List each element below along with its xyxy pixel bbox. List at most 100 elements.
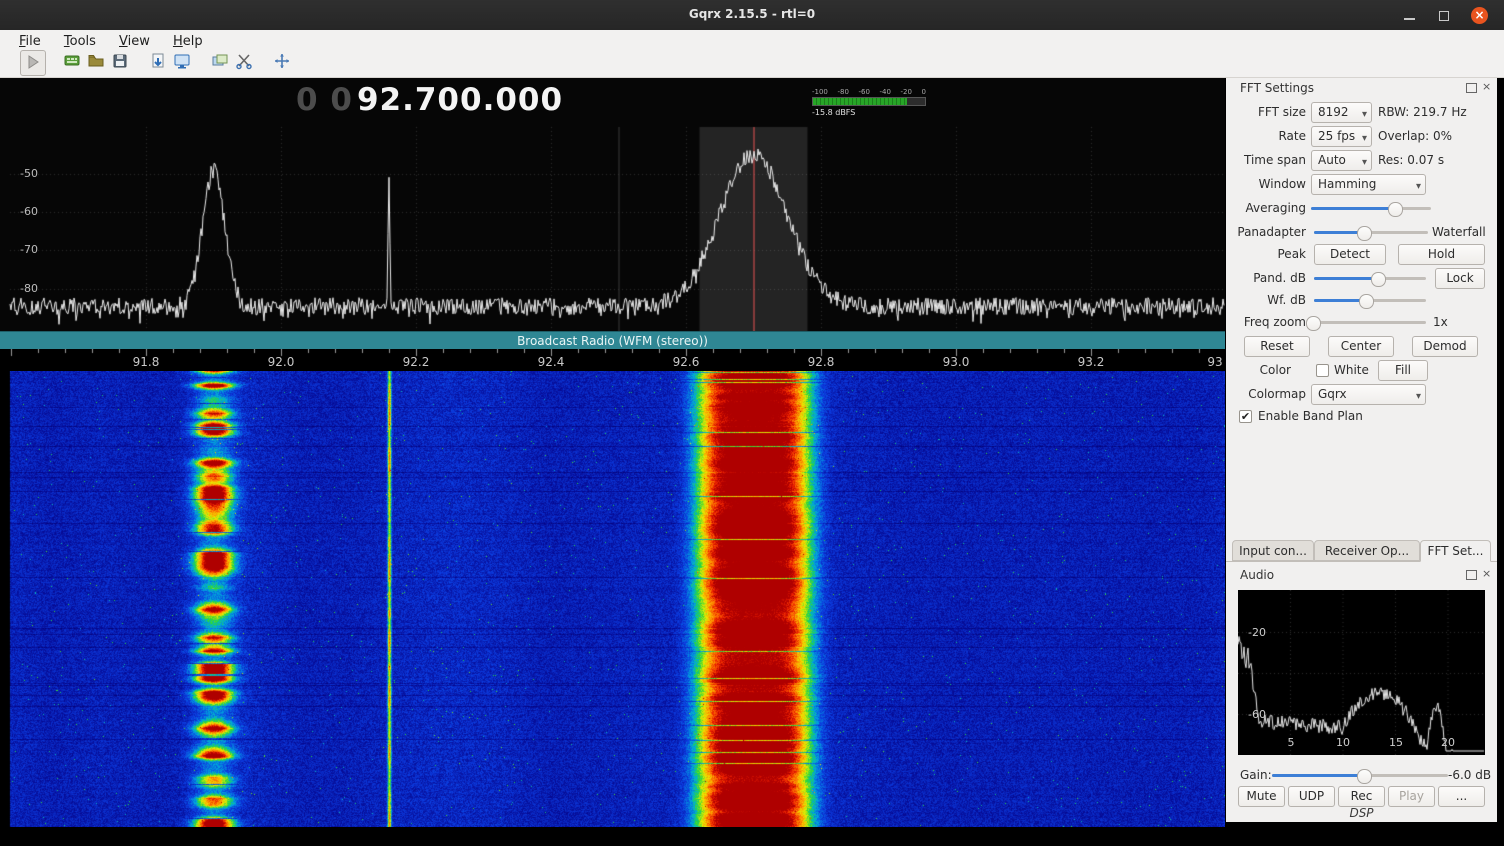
- demod-button[interactable]: Demod: [1412, 336, 1478, 357]
- tab-receiver-options[interactable]: Receiver Op...: [1314, 540, 1420, 561]
- chevron-down-icon: ▾: [1362, 153, 1367, 171]
- gqrx-window: Gqrx 2.15.5 - rtl=0 × File Tools View He…: [0, 0, 1504, 846]
- udp-button[interactable]: UDP: [1288, 786, 1335, 807]
- reset-button[interactable]: Reset: [1244, 336, 1310, 357]
- rate-label: Rate: [1236, 126, 1306, 147]
- signal-strength-meter: -100 -80 -60 -40 -20 0 -15.8 dBFS: [812, 88, 926, 117]
- slider-handle[interactable]: [1388, 202, 1403, 217]
- frequency-display[interactable]: 0 0 92.700.000: [296, 82, 563, 118]
- meter-reading: -15.8 dBFS: [812, 108, 926, 117]
- window-combo[interactable]: Hamming▾: [1311, 174, 1426, 195]
- freq-label: 93.2: [1069, 355, 1113, 369]
- meter-tick: -20: [901, 88, 912, 97]
- audio-x-label: 10: [1332, 736, 1354, 749]
- move-arrows-icon: [273, 52, 291, 74]
- meter-tick: -60: [858, 88, 869, 97]
- slider-handle[interactable]: [1357, 226, 1372, 241]
- freq-label: 92.8: [799, 355, 843, 369]
- frequency-leading-zeros: 0 0: [296, 82, 353, 118]
- floppy-icon: [111, 52, 129, 74]
- minimize-button[interactable]: [1401, 7, 1418, 24]
- white-label: White: [1334, 360, 1369, 381]
- time-span-combo[interactable]: Auto▾: [1311, 150, 1372, 171]
- meter-bar: [812, 97, 926, 106]
- slider-handle[interactable]: [1359, 294, 1374, 309]
- freq-label: 92.4: [529, 355, 573, 369]
- meter-fill: [813, 98, 907, 105]
- freq-label: 93: [1205, 355, 1225, 369]
- chevron-down-icon: ▾: [1416, 177, 1421, 195]
- start-dsp-button[interactable]: [20, 50, 46, 76]
- mute-button[interactable]: Mute: [1238, 786, 1285, 807]
- window-label: Window: [1236, 174, 1306, 195]
- freq-label: 93.0: [934, 355, 978, 369]
- audio-y-label: -20: [1248, 626, 1266, 639]
- dock-close-icon[interactable]: ×: [1482, 569, 1491, 579]
- audio-x-label: 20: [1437, 736, 1459, 749]
- panadapter[interactable]: 0 0 92.700.000 -100 -80 -60 -40 -20 0 -1…: [0, 78, 1225, 331]
- freq-zoom-slider[interactable]: [1311, 313, 1426, 331]
- spectrum-plot-canvas[interactable]: [0, 78, 1225, 331]
- center-button[interactable]: Center: [1328, 336, 1394, 357]
- dock-close-icon[interactable]: ×: [1482, 82, 1491, 92]
- dock-float-icon[interactable]: [1466, 570, 1477, 580]
- dx-cluster-button[interactable]: [232, 51, 256, 75]
- waterfall[interactable]: [0, 371, 1225, 827]
- load-settings-button[interactable]: [84, 51, 108, 75]
- colormap-combo[interactable]: Gqrx▾: [1311, 384, 1426, 405]
- fft-settings-title: FFT Settings: [1240, 81, 1314, 95]
- tab-input-controls[interactable]: Input con...: [1232, 540, 1314, 561]
- frequency-digits[interactable]: 92.700.000: [357, 82, 563, 118]
- title-bar[interactable]: Gqrx 2.15.5 - rtl=0 ×: [0, 0, 1504, 31]
- slider-handle[interactable]: [1357, 769, 1372, 784]
- close-button[interactable]: ×: [1471, 7, 1488, 24]
- more-button[interactable]: ...: [1438, 786, 1485, 807]
- frequency-scale[interactable]: 91.8 92.0 92.2 92.4 92.6 92.8 93.0 93.2 …: [0, 349, 1225, 371]
- maximize-button[interactable]: [1435, 7, 1452, 24]
- fill-button[interactable]: Fill: [1378, 360, 1428, 381]
- gain-label: Gain:: [1240, 765, 1272, 786]
- remote-control-button[interactable]: [170, 51, 194, 75]
- freq-label: 92.6: [664, 355, 708, 369]
- band-plan-label: Broadcast Radio (WFM (stereo)): [517, 334, 708, 348]
- freq-label: 92.0: [259, 355, 303, 369]
- io-devices-button[interactable]: [60, 51, 84, 75]
- slider-handle[interactable]: [1306, 316, 1321, 331]
- pand-waterfall-split-slider[interactable]: [1314, 223, 1428, 241]
- bookmarks-button[interactable]: [146, 51, 170, 75]
- averaging-slider[interactable]: [1311, 199, 1431, 217]
- db-axis-label: -50: [12, 167, 38, 180]
- db-axis-label: -80: [12, 282, 38, 295]
- db-axis-label: -70: [12, 243, 38, 256]
- save-settings-button[interactable]: [108, 51, 132, 75]
- frequency-scale-ticks-canvas: [0, 349, 1225, 371]
- wf-db-label: Wf. dB: [1236, 290, 1306, 311]
- peak-detect-button[interactable]: Detect: [1314, 244, 1386, 265]
- wf-db-slider[interactable]: [1314, 291, 1426, 309]
- white-checkbox[interactable]: [1316, 364, 1329, 377]
- pand-db-slider[interactable]: [1314, 269, 1426, 287]
- fft-size-combo[interactable]: 8192▾: [1311, 102, 1372, 123]
- gain-slider[interactable]: [1272, 766, 1448, 784]
- play-button[interactable]: Play: [1388, 786, 1435, 807]
- rec-button[interactable]: Rec: [1338, 786, 1385, 807]
- waterfall-canvas[interactable]: [0, 371, 1225, 827]
- tab-fft-settings[interactable]: FFT Set...: [1420, 540, 1491, 562]
- rbw-value: RBW: 219.7 Hz: [1378, 102, 1467, 123]
- slider-handle[interactable]: [1371, 272, 1386, 287]
- lock-button[interactable]: Lock: [1435, 268, 1485, 289]
- fft-size-value: 8192: [1318, 105, 1349, 119]
- iq-recorder-button[interactable]: [208, 51, 232, 75]
- rate-combo[interactable]: 25 fps▾: [1311, 126, 1372, 147]
- dock-float-icon[interactable]: [1466, 83, 1477, 93]
- enable-band-plan-checkbox[interactable]: ✔: [1239, 410, 1252, 423]
- peak-hold-button[interactable]: Hold: [1398, 244, 1485, 265]
- panadapter-label: Panadapter: [1236, 222, 1306, 243]
- fft-size-label: FFT size: [1236, 102, 1306, 123]
- color-label: Color: [1236, 360, 1291, 381]
- gain-value: -6.0 dB: [1448, 765, 1488, 786]
- play-icon: [26, 54, 40, 73]
- full-screen-button[interactable]: [270, 51, 294, 75]
- pand-db-label: Pand. dB: [1236, 268, 1306, 289]
- meter-tick: -100: [812, 88, 828, 97]
